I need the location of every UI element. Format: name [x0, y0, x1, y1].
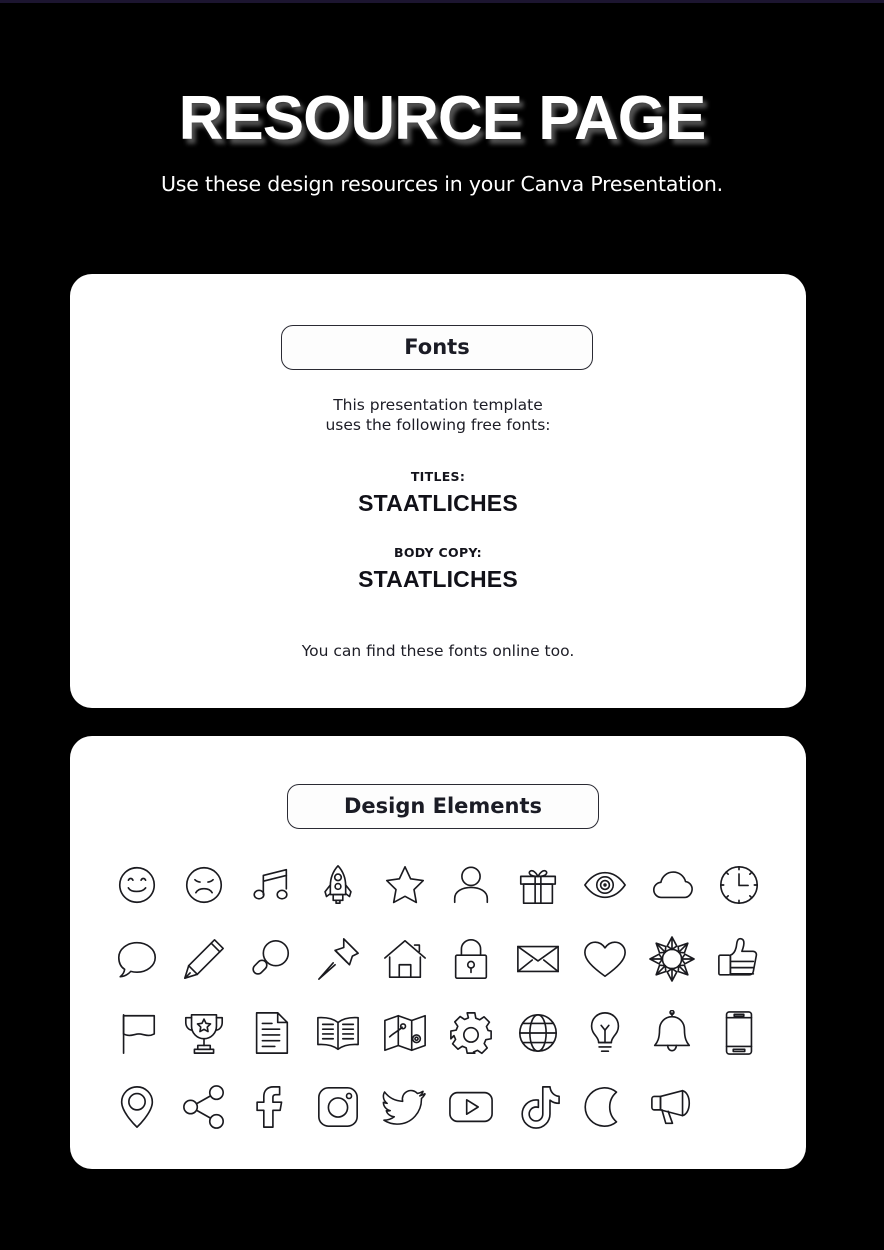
trophy-icon[interactable] — [176, 1005, 232, 1061]
clock-icon[interactable] — [711, 857, 767, 913]
page-subtitle: Use these design resources in your Canva… — [160, 172, 723, 196]
open-book-icon[interactable] — [310, 1005, 366, 1061]
cloud-icon[interactable] — [644, 857, 700, 913]
page-title: RESOURCE PAGE — [178, 84, 707, 153]
sun-icon[interactable] — [644, 931, 700, 987]
titles-font-name: STAATLICHES — [358, 490, 518, 516]
person-icon[interactable] — [443, 857, 499, 913]
document-icon[interactable] — [243, 1005, 299, 1061]
megaphone-icon[interactable] — [644, 1079, 700, 1135]
lock-icon[interactable] — [443, 931, 499, 987]
gift-icon[interactable] — [510, 857, 566, 913]
body-font-block: BODY COPY: STAATLICHES — [70, 545, 806, 593]
envelope-icon[interactable] — [510, 931, 566, 987]
icon-grid — [104, 848, 772, 1144]
body-font-label: BODY COPY: — [394, 545, 482, 560]
star-icon[interactable] — [377, 857, 433, 913]
eye-icon[interactable] — [577, 857, 633, 913]
page-header: RESOURCE PAGE Use these design resources… — [0, 0, 884, 197]
fonts-intro-text: This presentation template uses the foll… — [70, 396, 806, 436]
titles-font-label: TITLES: — [410, 469, 466, 484]
location-pin-icon[interactable] — [109, 1079, 165, 1135]
rocket-icon[interactable] — [310, 857, 366, 913]
facebook-icon[interactable] — [243, 1079, 299, 1135]
sad-face-icon[interactable] — [176, 857, 232, 913]
pushpin-icon[interactable] — [310, 931, 366, 987]
lightbulb-icon[interactable] — [577, 1005, 633, 1061]
pencil-icon[interactable] — [176, 931, 232, 987]
thumbs-up-icon[interactable] — [711, 931, 767, 987]
design-elements-card: Design Elements — [70, 736, 806, 1169]
music-note-icon[interactable] — [243, 857, 299, 913]
design-elements-section-heading: Design Elements — [287, 784, 599, 829]
fonts-intro-line-2: uses the following free fonts: — [325, 415, 551, 434]
bell-icon[interactable] — [644, 1005, 700, 1061]
flag-icon[interactable] — [109, 1005, 165, 1061]
heart-icon[interactable] — [577, 931, 633, 987]
twitter-icon[interactable] — [377, 1079, 433, 1135]
moon-icon[interactable] — [577, 1079, 633, 1135]
magnifier-icon[interactable] — [243, 931, 299, 987]
tiktok-icon[interactable] — [510, 1079, 566, 1135]
smiley-face-icon[interactable] — [109, 857, 165, 913]
map-icon[interactable] — [377, 1005, 433, 1061]
youtube-icon[interactable] — [443, 1079, 499, 1135]
share-icon[interactable] — [176, 1079, 232, 1135]
body-font-name: STAATLICHES — [358, 566, 518, 592]
globe-icon[interactable] — [510, 1005, 566, 1061]
phone-icon[interactable] — [711, 1005, 767, 1061]
titles-font-block: TITLES: STAATLICHES — [70, 469, 806, 517]
fonts-card: Fonts This presentation template uses th… — [70, 274, 806, 708]
instagram-icon[interactable] — [310, 1079, 366, 1135]
speech-bubble-icon[interactable] — [109, 931, 165, 987]
house-icon[interactable] — [377, 931, 433, 987]
fonts-footer-text: You can find these fonts online too. — [301, 642, 575, 660]
fonts-intro-line-1: This presentation template — [333, 396, 543, 414]
fonts-section-heading: Fonts — [281, 325, 593, 370]
gear-icon[interactable] — [443, 1005, 499, 1061]
